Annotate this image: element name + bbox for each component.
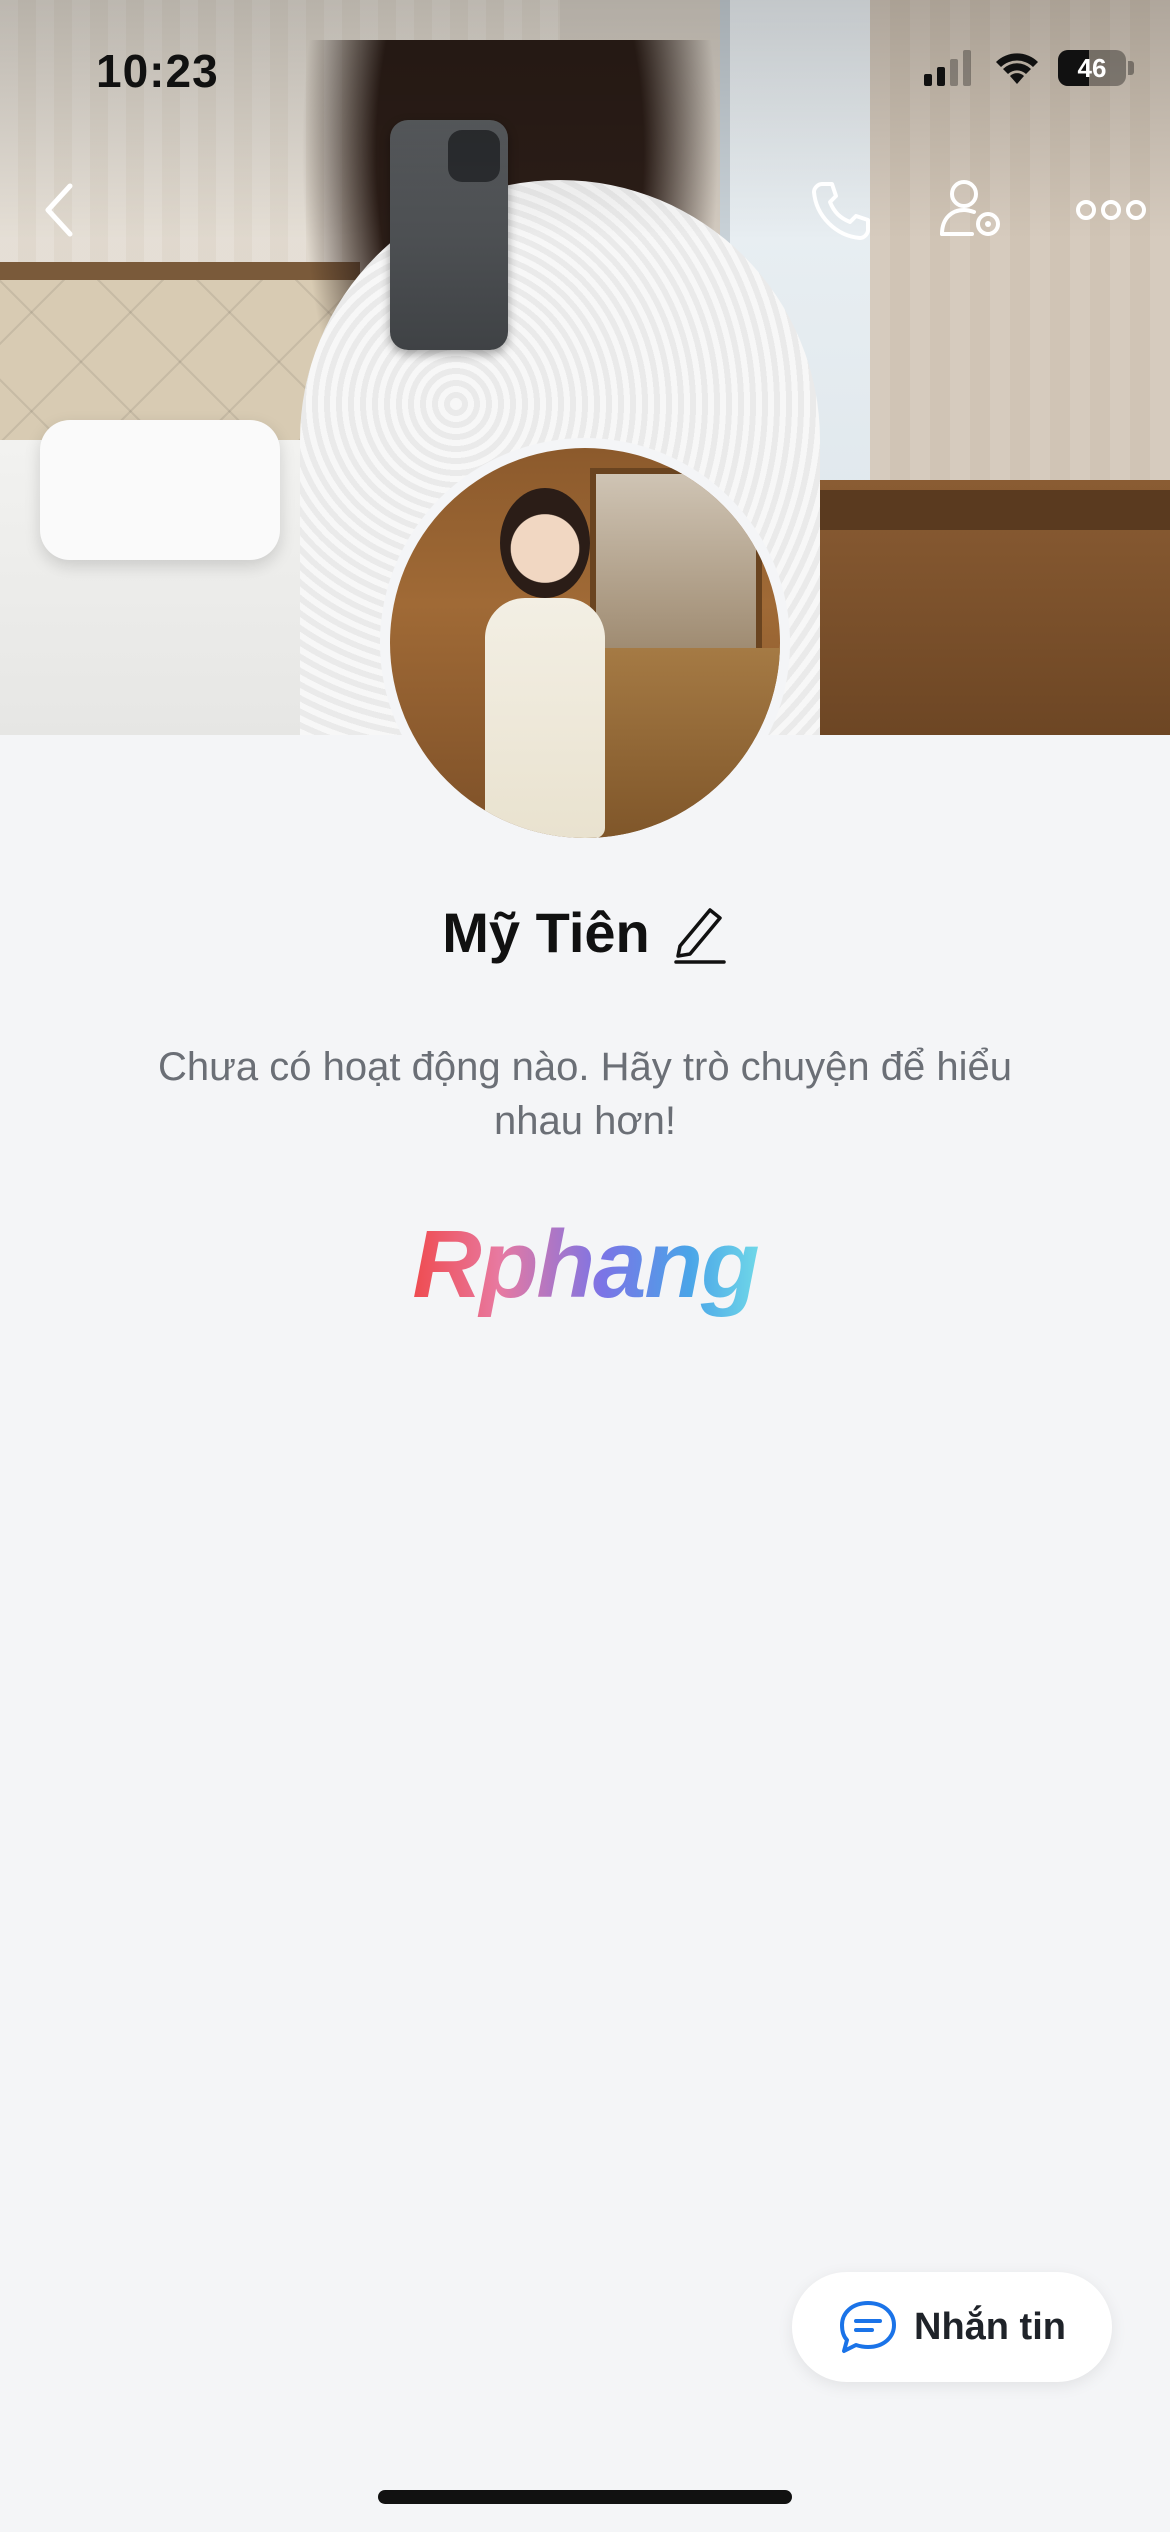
status-time: 10:23: [96, 45, 219, 97]
profile-name: Mỹ Tiên: [442, 901, 650, 964]
wifi-icon: [996, 53, 1038, 84]
cellular-signal-icon: [924, 50, 971, 86]
send-message-label: Nhắn tin: [914, 2305, 1066, 2348]
back-button[interactable]: [20, 170, 100, 250]
cover-pillow: [40, 420, 280, 560]
phone-icon: [812, 182, 870, 240]
send-message-button[interactable]: Nhắn tin: [792, 2272, 1112, 2382]
user-settings-button[interactable]: [932, 170, 1012, 250]
status-icons: 46: [924, 50, 1134, 86]
activity-placeholder-text: Chưa có hoạt động nào. Hãy trò chuyện để…: [157, 1045, 1013, 1143]
battery-level: 46: [1077, 52, 1107, 83]
watermark-text: Rphang: [412, 1211, 759, 1318]
battery-icon: 46: [1058, 50, 1134, 86]
watermark-logo: Rphang: [0, 1210, 1170, 1320]
avatar-photo: [390, 448, 780, 838]
more-button[interactable]: [1066, 170, 1156, 250]
call-button[interactable]: [800, 170, 880, 250]
cover-wainscot-rail: [780, 490, 1170, 530]
profile-name-row: Mỹ Tiên: [0, 900, 1170, 965]
back-icon: [45, 183, 73, 237]
pencil-icon[interactable]: [672, 902, 728, 964]
user-settings-icon: [940, 180, 1000, 236]
home-indicator[interactable]: [378, 2490, 792, 2504]
avatar[interactable]: [380, 438, 790, 848]
more-icon: [1076, 200, 1146, 220]
chat-bubble-icon: [840, 2301, 896, 2353]
